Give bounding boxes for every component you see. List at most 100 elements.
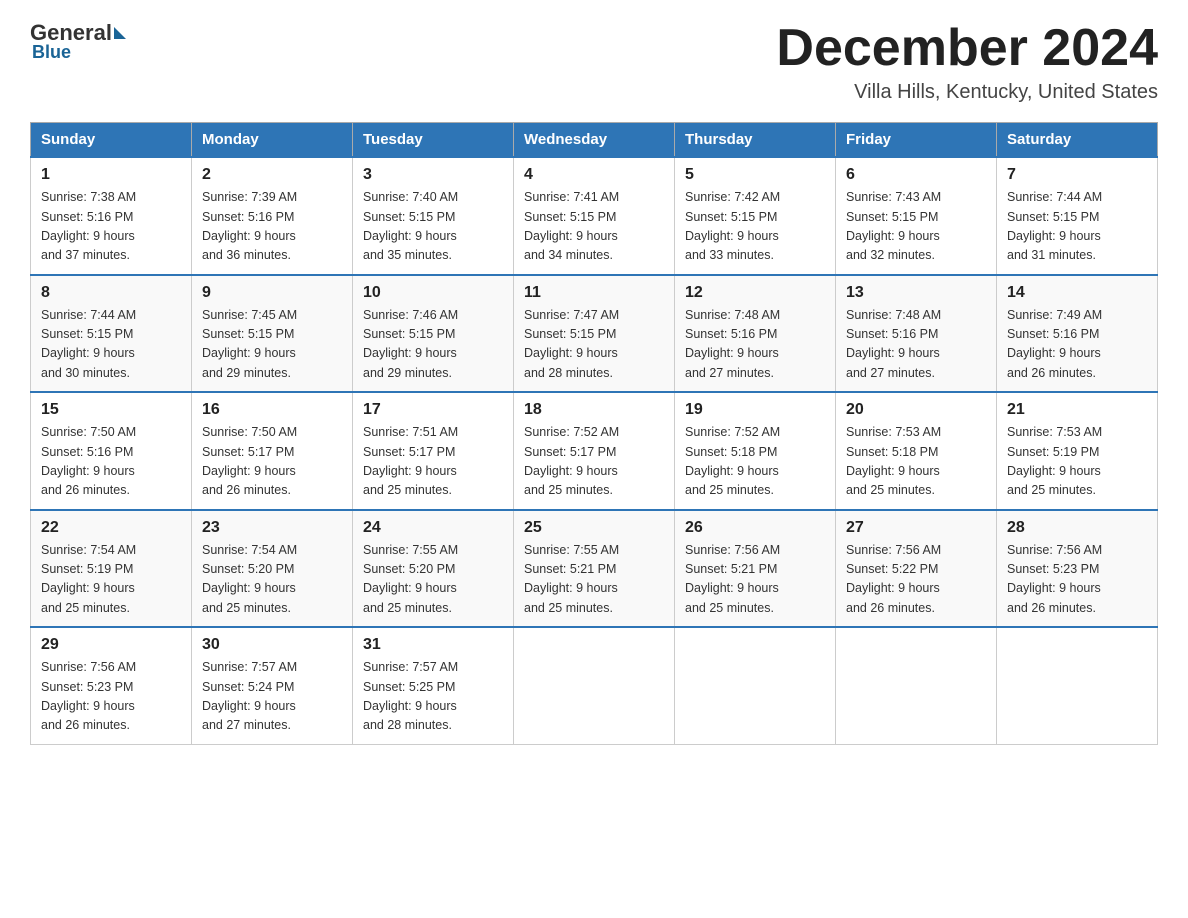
day-header-sunday: Sunday: [31, 123, 192, 158]
logo-blue-text: Blue: [32, 42, 71, 63]
calendar-cell: 23 Sunrise: 7:54 AMSunset: 5:20 PMDayligh…: [192, 510, 353, 628]
day-number: 29: [41, 636, 181, 654]
day-header-row: SundayMondayTuesdayWednesdayThursdayFrid…: [31, 123, 1158, 158]
day-info: Sunrise: 7:48 AMSunset: 5:16 PMDaylight:…: [846, 306, 986, 384]
calendar-cell: 3 Sunrise: 7:40 AMSunset: 5:15 PMDaylight…: [353, 157, 514, 275]
day-number: 4: [524, 166, 664, 184]
day-info: Sunrise: 7:43 AMSunset: 5:15 PMDaylight:…: [846, 188, 986, 266]
day-info: Sunrise: 7:48 AMSunset: 5:16 PMDaylight:…: [685, 306, 825, 384]
day-info: Sunrise: 7:55 AMSunset: 5:20 PMDaylight:…: [363, 541, 503, 619]
calendar-cell: 16Sunrise: 7:50 AMSunset: 5:17 PMDayligh…: [192, 392, 353, 510]
day-number: 19: [685, 401, 825, 419]
calendar-cell: 12 Sunrise: 7:48 AMSunset: 5:16 PMDayligh…: [675, 275, 836, 393]
day-number: 12: [685, 284, 825, 302]
calendar-cell: 9Sunrise: 7:45 AMSunset: 5:15 PMDaylight…: [192, 275, 353, 393]
calendar-cell: 2Sunrise: 7:39 AMSunset: 5:16 PMDaylight…: [192, 157, 353, 275]
day-number: 22: [41, 519, 181, 537]
day-info: Sunrise: 7:55 AMSunset: 5:21 PMDaylight:…: [524, 541, 664, 619]
day-info: Sunrise: 7:47 AMSunset: 5:15 PMDaylight:…: [524, 306, 664, 384]
day-number: 6: [846, 166, 986, 184]
day-info: Sunrise: 7:56 AMSunset: 5:23 PMDaylight:…: [41, 658, 181, 736]
day-number: 25: [524, 519, 664, 537]
logo-arrow-icon: [114, 27, 126, 39]
day-info: Sunrise: 7:56 AMSunset: 5:23 PMDaylight:…: [1007, 541, 1147, 619]
day-header-monday: Monday: [192, 123, 353, 158]
calendar-week-row: 29 Sunrise: 7:56 AMSunset: 5:23 PMDayligh…: [31, 627, 1158, 744]
calendar-cell: 8 Sunrise: 7:44 AMSunset: 5:15 PMDaylight…: [31, 275, 192, 393]
day-number: 3: [363, 166, 503, 184]
day-info: Sunrise: 7:41 AMSunset: 5:15 PMDaylight:…: [524, 188, 664, 266]
day-number: 10: [363, 284, 503, 302]
calendar-cell: [836, 627, 997, 744]
day-info: Sunrise: 7:51 AMSunset: 5:17 PMDaylight:…: [363, 423, 503, 501]
day-info: Sunrise: 7:52 AMSunset: 5:18 PMDaylight:…: [685, 423, 825, 501]
day-number: 26: [685, 519, 825, 537]
day-info: Sunrise: 7:54 AMSunset: 5:19 PMDaylight:…: [41, 541, 181, 619]
calendar-cell: [997, 627, 1158, 744]
day-info: Sunrise: 7:57 AMSunset: 5:25 PMDaylight:…: [363, 658, 503, 736]
day-number: 5: [685, 166, 825, 184]
day-info: Sunrise: 7:57 AMSunset: 5:24 PMDaylight:…: [202, 658, 342, 736]
day-info: Sunrise: 7:52 AMSunset: 5:17 PMDaylight:…: [524, 423, 664, 501]
calendar-cell: 20Sunrise: 7:53 AMSunset: 5:18 PMDayligh…: [836, 392, 997, 510]
day-number: 27: [846, 519, 986, 537]
day-info: Sunrise: 7:56 AMSunset: 5:22 PMDaylight:…: [846, 541, 986, 619]
calendar-cell: 1 Sunrise: 7:38 AMSunset: 5:16 PMDaylight…: [31, 157, 192, 275]
day-info: Sunrise: 7:42 AMSunset: 5:15 PMDaylight:…: [685, 188, 825, 266]
day-info: Sunrise: 7:44 AMSunset: 5:15 PMDaylight:…: [1007, 188, 1147, 266]
calendar-cell: 22 Sunrise: 7:54 AMSunset: 5:19 PMDayligh…: [31, 510, 192, 628]
day-number: 8: [41, 284, 181, 302]
day-info: Sunrise: 7:40 AMSunset: 5:15 PMDaylight:…: [363, 188, 503, 266]
calendar-cell: 31 Sunrise: 7:57 AMSunset: 5:25 PMDayligh…: [353, 627, 514, 744]
calendar-week-row: 22 Sunrise: 7:54 AMSunset: 5:19 PMDayligh…: [31, 510, 1158, 628]
day-header-saturday: Saturday: [997, 123, 1158, 158]
calendar-cell: 17Sunrise: 7:51 AMSunset: 5:17 PMDayligh…: [353, 392, 514, 510]
day-info: Sunrise: 7:38 AMSunset: 5:16 PMDaylight:…: [41, 188, 181, 266]
calendar-cell: [514, 627, 675, 744]
day-info: Sunrise: 7:50 AMSunset: 5:16 PMDaylight:…: [41, 423, 181, 501]
day-header-tuesday: Tuesday: [353, 123, 514, 158]
day-info: Sunrise: 7:53 AMSunset: 5:18 PMDaylight:…: [846, 423, 986, 501]
day-number: 23: [202, 519, 342, 537]
calendar-cell: 11 Sunrise: 7:47 AMSunset: 5:15 PMDayligh…: [514, 275, 675, 393]
day-info: Sunrise: 7:39 AMSunset: 5:16 PMDaylight:…: [202, 188, 342, 266]
calendar-week-row: 15 Sunrise: 7:50 AMSunset: 5:16 PMDayligh…: [31, 392, 1158, 510]
day-number: 9: [202, 284, 342, 302]
calendar-cell: 4 Sunrise: 7:41 AMSunset: 5:15 PMDaylight…: [514, 157, 675, 275]
calendar-cell: 28 Sunrise: 7:56 AMSunset: 5:23 PMDayligh…: [997, 510, 1158, 628]
location-title: Villa Hills, Kentucky, United States: [776, 81, 1158, 104]
calendar-cell: 6 Sunrise: 7:43 AMSunset: 5:15 PMDaylight…: [836, 157, 997, 275]
day-info: Sunrise: 7:49 AMSunset: 5:16 PMDaylight:…: [1007, 306, 1147, 384]
day-number: 15: [41, 401, 181, 419]
calendar-cell: 7 Sunrise: 7:44 AMSunset: 5:15 PMDaylight…: [997, 157, 1158, 275]
calendar-cell: 27 Sunrise: 7:56 AMSunset: 5:22 PMDayligh…: [836, 510, 997, 628]
calendar-cell: 13 Sunrise: 7:48 AMSunset: 5:16 PMDayligh…: [836, 275, 997, 393]
day-number: 16: [202, 401, 342, 419]
calendar-cell: [675, 627, 836, 744]
day-number: 14: [1007, 284, 1147, 302]
calendar-cell: 10Sunrise: 7:46 AMSunset: 5:15 PMDayligh…: [353, 275, 514, 393]
calendar-cell: 15 Sunrise: 7:50 AMSunset: 5:16 PMDayligh…: [31, 392, 192, 510]
calendar-cell: 24 Sunrise: 7:55 AMSunset: 5:20 PMDayligh…: [353, 510, 514, 628]
day-number: 7: [1007, 166, 1147, 184]
day-number: 11: [524, 284, 664, 302]
day-number: 24: [363, 519, 503, 537]
calendar-cell: 5 Sunrise: 7:42 AMSunset: 5:15 PMDaylight…: [675, 157, 836, 275]
day-info: Sunrise: 7:44 AMSunset: 5:15 PMDaylight:…: [41, 306, 181, 384]
day-number: 28: [1007, 519, 1147, 537]
day-number: 13: [846, 284, 986, 302]
day-info: Sunrise: 7:56 AMSunset: 5:21 PMDaylight:…: [685, 541, 825, 619]
calendar-week-row: 1 Sunrise: 7:38 AMSunset: 5:16 PMDaylight…: [31, 157, 1158, 275]
calendar-week-row: 8 Sunrise: 7:44 AMSunset: 5:15 PMDaylight…: [31, 275, 1158, 393]
day-number: 1: [41, 166, 181, 184]
logo: General Blue: [30, 20, 128, 63]
day-number: 21: [1007, 401, 1147, 419]
calendar-body: 1 Sunrise: 7:38 AMSunset: 5:16 PMDaylight…: [31, 157, 1158, 744]
day-number: 31: [363, 636, 503, 654]
day-header-wednesday: Wednesday: [514, 123, 675, 158]
day-header-thursday: Thursday: [675, 123, 836, 158]
day-number: 30: [202, 636, 342, 654]
day-info: Sunrise: 7:54 AMSunset: 5:20 PMDaylight:…: [202, 541, 342, 619]
month-title: December 2024: [776, 20, 1158, 77]
day-header-friday: Friday: [836, 123, 997, 158]
